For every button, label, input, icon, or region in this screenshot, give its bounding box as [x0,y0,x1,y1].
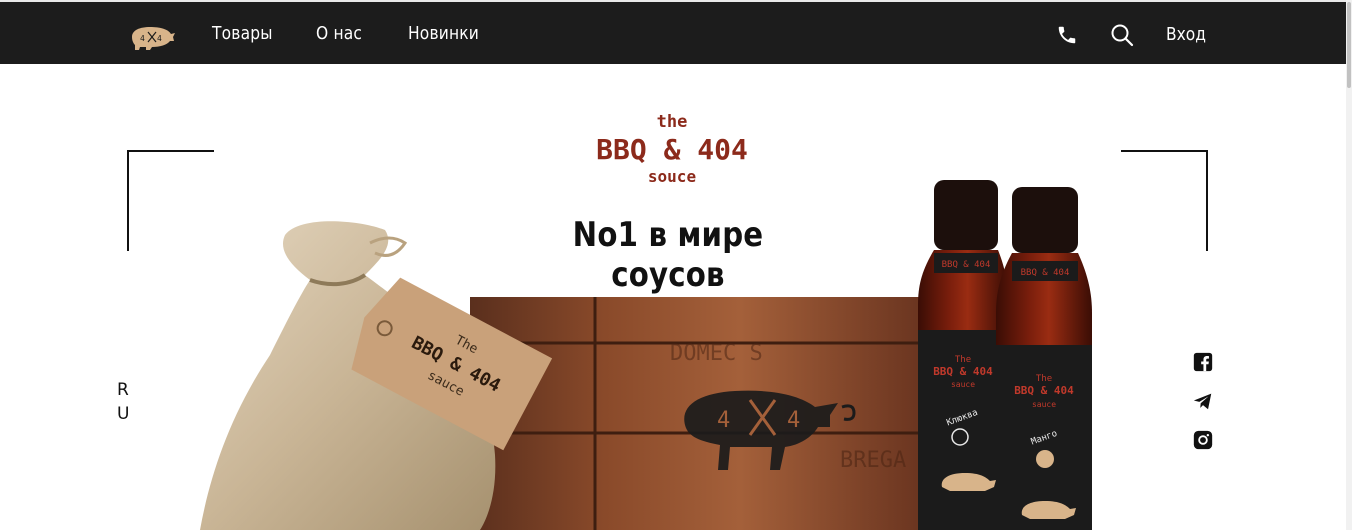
brand-the: the [656,112,688,132]
bottle-right-top-label: BBQ & 404 [1021,268,1070,278]
bottle-right-sauce: sauce [1032,400,1056,409]
hero-title: No1 в мире соусов [572,215,764,295]
instagram-icon[interactable] [1192,429,1214,451]
svg-text:DOMEC S: DOMEC S [670,341,763,366]
logo-pig-icon[interactable]: 4 4 [126,22,178,52]
bottle-left-name: BBQ & 404 [933,365,993,378]
telegram-icon[interactable] [1192,390,1214,412]
svg-text:4: 4 [717,408,730,433]
bottle-cranberry: BBQ & 404 The BBQ & 404 sauce Клюква [918,180,1008,530]
bottle-right-name: BBQ & 404 [1014,384,1074,397]
brand-name: BBQ & 404 [596,133,748,166]
phone-icon[interactable] [1056,24,1078,46]
svg-text:4: 4 [787,408,800,433]
login-link[interactable]: Вход [1166,24,1206,45]
page-scrollbar[interactable] [1346,0,1352,530]
search-icon[interactable] [1110,23,1134,47]
nav-new[interactable]: Новинки [408,23,479,44]
top-navigation-bar: 4 4 Товары О нас Новинки Вход [0,0,1346,64]
language-switcher[interactable]: R U [117,378,129,426]
lang-letter-r: R [117,380,129,400]
bottle-right-the: The [1036,374,1052,384]
bottle-left-sauce: sauce [951,380,975,389]
social-links [1192,351,1214,468]
bottle-mango: BBQ & 404 The BBQ & 404 sauce Манго [996,187,1092,530]
svg-text:BREGA: BREGA [840,448,906,473]
bottle-left-top-label: BBQ & 404 [942,260,991,270]
main-nav: Товары О нас Новинки [212,2,533,64]
svg-text:4: 4 [157,34,162,43]
scrollbar-thumb[interactable] [1347,2,1351,88]
bottle-left-the: The [955,355,971,365]
nav-products[interactable]: Товары [212,23,273,44]
nav-about[interactable]: О нас [316,23,362,44]
svg-text:4: 4 [140,34,145,43]
decorative-frame-right [1121,150,1208,251]
facebook-icon[interactable] [1192,351,1214,373]
lang-letter-u: U [117,404,130,424]
